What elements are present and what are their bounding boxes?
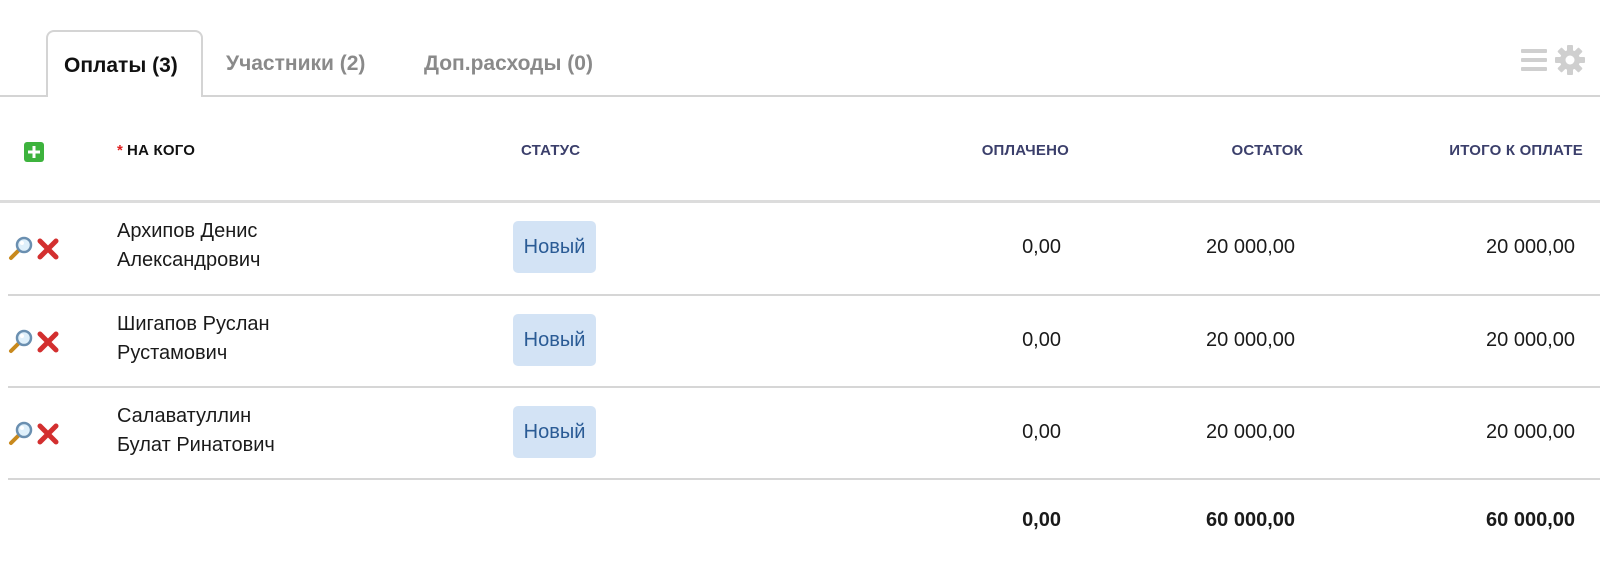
- row-actions: [8, 420, 60, 451]
- rest-value: 20 000,00: [1206, 329, 1295, 351]
- payer-name-line2: Александрович: [117, 249, 261, 271]
- tab-participants[interactable]: Участники (2): [226, 30, 365, 97]
- required-mark: *: [117, 142, 124, 159]
- gear-icon[interactable]: [1554, 44, 1586, 76]
- column-who[interactable]: * НА КОГО: [117, 98, 195, 200]
- table-header: * НА КОГО СТАТУС ОПЛАЧЕНО ОСТАТОК ИТОГО К…: [0, 98, 1600, 200]
- totals-row: 0,00 60 000,00 60 000,00: [0, 490, 1600, 550]
- plus-icon: [24, 142, 44, 162]
- table-row: Архипов Денис Александрович Новый 0,00 2…: [0, 201, 1600, 293]
- rest-value: 20 000,00: [1206, 421, 1295, 443]
- view-magnifier-icon[interactable]: [8, 328, 34, 359]
- status-badge: Новый: [513, 221, 596, 273]
- delete-icon[interactable]: [36, 328, 60, 359]
- tab-bar: Оплаты (3) Участники (2) Доп.расходы (0): [0, 0, 1600, 98]
- view-magnifier-icon[interactable]: [8, 420, 34, 451]
- paid-value: 0,00: [1022, 236, 1061, 258]
- payer-name-line2: Булат Ринатович: [117, 434, 275, 456]
- paid-value: 0,00: [1022, 421, 1061, 443]
- status-badge: Новый: [513, 314, 596, 366]
- total-value: 20 000,00: [1486, 236, 1575, 258]
- table-row: Шигапов Руслан Рустамович Новый 0,00 20 …: [0, 294, 1600, 386]
- list-icon[interactable]: [1520, 46, 1548, 74]
- row-divider: [8, 478, 1600, 480]
- column-rest[interactable]: ОСТАТОК: [1232, 98, 1303, 200]
- total-rest: 60 000,00: [1206, 509, 1295, 531]
- total-paid: 0,00: [1022, 509, 1061, 531]
- delete-icon[interactable]: [36, 420, 60, 451]
- column-paid[interactable]: ОПЛАЧЕНО: [982, 98, 1069, 200]
- payer-name: Архипов Денис Александрович: [117, 217, 347, 275]
- total-value: 20 000,00: [1486, 421, 1575, 443]
- paid-value: 0,00: [1022, 329, 1061, 351]
- row-actions: [8, 235, 60, 266]
- row-actions: [8, 328, 60, 359]
- table-row: Салаватуллин Булат Ринатович Новый 0,00 …: [0, 386, 1600, 478]
- toolbar-icons: [1520, 44, 1586, 76]
- column-total[interactable]: ИТОГО К ОПЛАТЕ: [1449, 98, 1583, 200]
- payer-name: Салаватуллин Булат Ринатович: [117, 402, 347, 460]
- payer-name-line2: Рустамович: [117, 342, 228, 364]
- tab-extra-expenses[interactable]: Доп.расходы (0): [424, 30, 593, 97]
- status-badge: Новый: [513, 406, 596, 458]
- payer-name-line1: Архипов Денис: [117, 220, 258, 242]
- total-value: 20 000,00: [1486, 329, 1575, 351]
- add-payment-button[interactable]: [24, 142, 44, 162]
- payer-name: Шигапов Руслан Рустамович: [117, 310, 347, 368]
- total-to-pay: 60 000,00: [1486, 509, 1575, 531]
- column-status[interactable]: СТАТУС: [521, 98, 580, 200]
- tab-payments[interactable]: Оплаты (3): [46, 30, 203, 97]
- delete-icon[interactable]: [36, 235, 60, 266]
- payer-name-line1: Салаватуллин: [117, 405, 252, 427]
- column-who-label: НА КОГО: [127, 142, 196, 159]
- view-magnifier-icon[interactable]: [8, 235, 34, 266]
- rest-value: 20 000,00: [1206, 236, 1295, 258]
- payer-name-line1: Шигапов Руслан: [117, 313, 270, 335]
